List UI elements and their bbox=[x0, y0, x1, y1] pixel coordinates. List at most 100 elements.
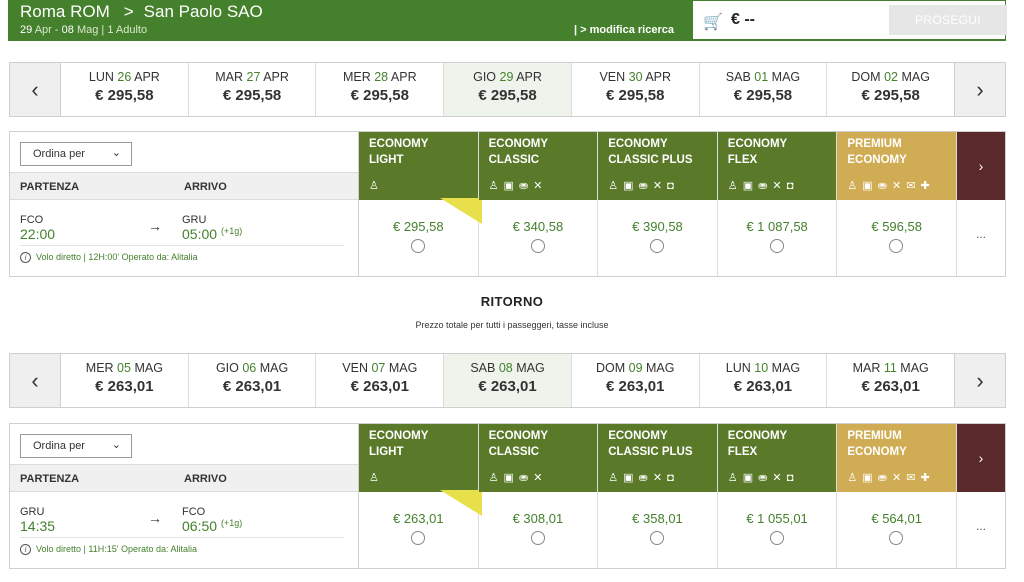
fare-name-line2: FLEX bbox=[727, 446, 758, 458]
fare-name-line1: ECONOMY bbox=[488, 138, 549, 150]
date-label: SAB 08 MAG bbox=[444, 361, 571, 375]
flight-info-text: Volo diretto | 11H:15' Operato da: Alita… bbox=[36, 544, 197, 554]
month: APR bbox=[516, 70, 542, 84]
date-option[interactable]: SAB 01 MAG € 295,58 bbox=[700, 63, 828, 116]
flight-row: FCO 22:00 → GRU 05:00 (+1g) i Volo dirett… bbox=[10, 200, 358, 276]
fare-radio[interactable] bbox=[530, 239, 545, 253]
fare-radio[interactable] bbox=[889, 239, 904, 253]
date-option[interactable]: SAB 08 MAG € 263,01 bbox=[444, 354, 572, 407]
date-option[interactable]: MAR 27 APR € 295,58 bbox=[189, 63, 317, 116]
more-options-button[interactable]: ... bbox=[957, 227, 1005, 241]
next-fares-column: › ... bbox=[957, 132, 1005, 276]
date-price: € 295,58 bbox=[95, 87, 154, 104]
day-number: 11 bbox=[883, 361, 897, 375]
fare-radio[interactable] bbox=[889, 531, 904, 545]
date-option[interactable]: DOM 09 MAG € 263,01 bbox=[572, 354, 700, 407]
date-option[interactable]: GIO 06 MAG € 263,01 bbox=[189, 354, 317, 407]
departure-time: 14:35 bbox=[20, 518, 56, 534]
next-day-badge: (+1g) bbox=[220, 226, 243, 236]
passenger-count: | 1 Adulto bbox=[101, 24, 148, 36]
chevron-right-icon: › bbox=[978, 450, 984, 466]
fare-radio[interactable] bbox=[650, 531, 665, 545]
day-number: 30 bbox=[628, 70, 643, 84]
month: MAG bbox=[516, 361, 545, 375]
date-option[interactable]: VEN 07 MAG € 263,01 bbox=[316, 354, 445, 407]
fare-price: € 308,01 bbox=[512, 511, 564, 526]
next-dates-button[interactable]: › bbox=[954, 354, 1005, 407]
fare-columns: ECONOMY LIGHT ♙ € 295,58 ECONOMY CLASSIC ♙ ▣ ⛂… bbox=[359, 132, 957, 276]
fare-radio[interactable] bbox=[650, 239, 665, 253]
sort-label: Ordina per bbox=[33, 440, 85, 452]
date-option[interactable]: VEN 30 APR € 295,58 bbox=[572, 63, 700, 116]
fare-radio[interactable] bbox=[411, 531, 425, 545]
outbound-fare-table: Ordina per ⌄ PARTENZA ARRIVO FCO 22:00 → … bbox=[9, 131, 1006, 277]
month: MAG bbox=[771, 361, 801, 375]
day-of-week: VEN bbox=[342, 361, 368, 375]
day-of-week: MER bbox=[85, 361, 114, 375]
flight-info[interactable]: i Volo diretto | 12H:00' Operato da: Alit… bbox=[20, 252, 198, 263]
prev-dates-button[interactable]: ‹ bbox=[10, 354, 61, 407]
fare-column: ECONOMY FLEX ♙ ▣ ⛂ ✕ ◘ € 1 087,58 bbox=[717, 132, 838, 276]
fare-feature-icons: ♙ ▣ ⛂ ✕ ✉ ✚ bbox=[847, 180, 931, 192]
date-label: SAB 01 MAG bbox=[700, 70, 827, 84]
day-of-week: SAB bbox=[470, 361, 496, 375]
outbound-month: Apr bbox=[34, 24, 52, 36]
date-option[interactable]: LUN 26 APR € 295,58 bbox=[61, 63, 189, 116]
day-of-week: SAB bbox=[725, 70, 751, 84]
sort-dropdown[interactable]: Ordina per ⌄ bbox=[20, 142, 132, 166]
fare-name-line1: PREMIUM bbox=[847, 430, 902, 442]
flight-info[interactable]: i Volo diretto | 11H:15' Operato da: Alit… bbox=[20, 544, 197, 555]
date-label: MAR 11 MAG bbox=[827, 361, 954, 375]
date-option[interactable]: MER 28 APR € 295,58 bbox=[316, 63, 445, 116]
fare-price: € 1 055,01 bbox=[746, 511, 808, 526]
fare-column: ECONOMY CLASSIC ♙ ▣ ⛂ ✕ € 340,58 bbox=[478, 132, 599, 276]
sort-dropdown[interactable]: Ordina per ⌄ bbox=[20, 434, 132, 458]
column-header: PARTENZA ARRIVO bbox=[10, 464, 358, 492]
fare-name-line1: ECONOMY bbox=[727, 138, 788, 150]
date-option[interactable]: DOM 02 MAG € 295,58 bbox=[827, 63, 954, 116]
day-number: 05 bbox=[117, 361, 131, 375]
date-option[interactable]: MAR 11 MAG € 263,01 bbox=[827, 354, 954, 407]
departure-airport: FCO bbox=[20, 214, 44, 226]
next-fares-button[interactable]: › bbox=[957, 424, 1005, 492]
proceed-button[interactable]: PROSEGUI bbox=[889, 5, 1007, 35]
next-dates-button[interactable]: › bbox=[954, 63, 1005, 116]
date-price: € 295,58 bbox=[861, 87, 920, 104]
more-options-button[interactable]: ... bbox=[957, 519, 1005, 533]
return-section-subtitle: Prezzo totale per tutti i passeggeri, ta… bbox=[415, 320, 609, 330]
fare-name-line1: ECONOMY bbox=[727, 430, 788, 442]
day-number: 09 bbox=[628, 361, 643, 375]
flight-info-text: Volo diretto | 12H:00' Operato da: Alita… bbox=[36, 252, 198, 262]
arrival-time-wrap: 05:00 (+1g) bbox=[182, 226, 242, 242]
info-icon: i bbox=[20, 544, 31, 555]
fare-radio[interactable] bbox=[769, 239, 784, 253]
day-of-week: VEN bbox=[599, 70, 626, 84]
chevron-left-icon: ‹ bbox=[31, 367, 39, 393]
arrival-header: ARRIVO bbox=[184, 181, 227, 193]
fare-feature-icons: ♙ ▣ ⛂ ✕ bbox=[488, 180, 544, 192]
fare-price: € 390,58 bbox=[632, 219, 683, 234]
next-fares-button[interactable]: › bbox=[957, 132, 1005, 200]
prev-dates-button[interactable]: ‹ bbox=[10, 63, 61, 116]
modify-search-link[interactable]: | > modifica ricerca bbox=[574, 24, 674, 36]
day-number: 29 bbox=[499, 70, 514, 84]
day-number: 27 bbox=[246, 70, 261, 84]
date-price: € 295,58 bbox=[350, 87, 409, 104]
fare-radio[interactable] bbox=[530, 531, 545, 545]
arrival-airport: GRU bbox=[182, 214, 207, 226]
fare-radio[interactable] bbox=[769, 531, 784, 545]
date-option[interactable]: GIO 29 APR € 295,58 bbox=[444, 63, 572, 116]
date-price: € 263,01 bbox=[478, 378, 537, 395]
month: MAG bbox=[771, 70, 801, 84]
chevron-right-icon: › bbox=[978, 158, 984, 174]
departure-time: 22:00 bbox=[20, 226, 56, 242]
fare-feature-icons: ♙ ▣ ⛂ ✕ ◘ bbox=[608, 180, 675, 192]
date-option[interactable]: LUN 10 MAG € 263,01 bbox=[700, 354, 828, 407]
fare-name-line2: CLASSIC PLUS bbox=[608, 154, 693, 166]
departure-header: PARTENZA bbox=[20, 181, 80, 193]
flight-column: Ordina per ⌄ PARTENZA ARRIVO FCO 22:00 → … bbox=[10, 132, 359, 276]
date-option[interactable]: MER 05 MAG € 263,01 bbox=[61, 354, 189, 407]
fare-radio[interactable] bbox=[411, 239, 425, 253]
fare-price: € 263,01 bbox=[392, 511, 444, 526]
day-number: 10 bbox=[754, 361, 769, 375]
